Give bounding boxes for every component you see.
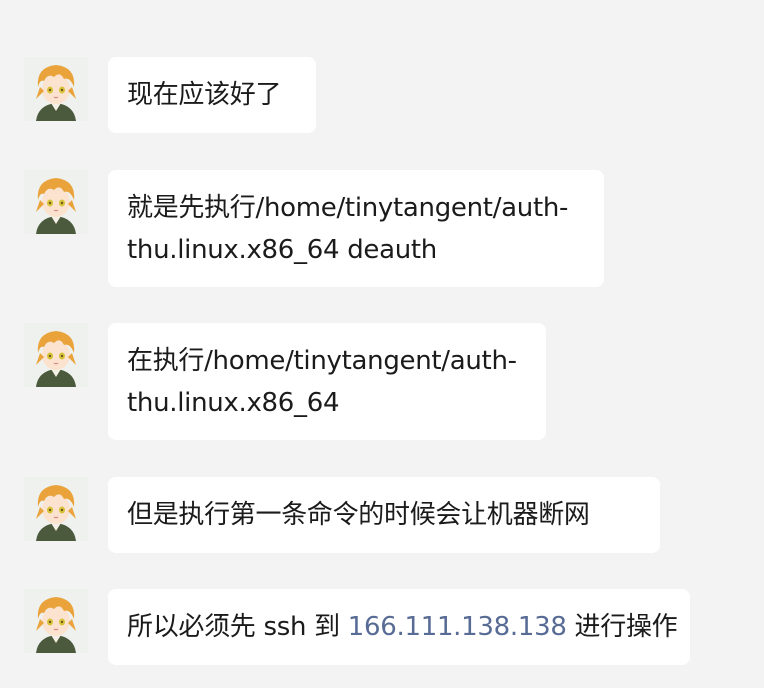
anime-avatar-icon[interactable] [24, 57, 88, 121]
anime-avatar-icon[interactable] [24, 477, 88, 541]
message-text-before-link: 所以必须先 ssh 到 [127, 612, 348, 642]
anime-avatar-icon[interactable] [24, 589, 88, 653]
message-text-line: thu.linux.x86_64 deauth [127, 235, 437, 265]
message-text-line: 在执行/home/tinytangent/auth- [127, 346, 517, 376]
ip-address-link[interactable]: 166.111.138.138 [348, 612, 567, 642]
message-text-line: 就是先执行/home/tinytangent/auth- [127, 193, 569, 223]
message-bubble[interactable]: 现在应该好了 [108, 57, 316, 133]
message-bubble[interactable]: 就是先执行/home/tinytangent/auth- thu.linux.x… [108, 170, 604, 287]
message-text-after-link: 进行操作 [566, 612, 678, 642]
anime-avatar-icon[interactable] [24, 323, 88, 387]
message-text: 所以必须先 ssh 到 166.111.138.138 进行操作 [127, 606, 678, 648]
message-text-line: thu.linux.x86_64 [127, 388, 340, 418]
anime-avatar-icon[interactable] [24, 170, 88, 234]
message-text: 现在应该好了 [127, 80, 282, 110]
chat-message-list: 现在应该好了 就是先执行/home/tinytangent/auth- thu.… [0, 0, 764, 688]
message-text: 但是执行第一条命令的时候会让机器断网 [127, 500, 590, 530]
message-bubble[interactable]: 在执行/home/tinytangent/auth- thu.linux.x86… [108, 323, 546, 440]
message-bubble[interactable]: 所以必须先 ssh 到 166.111.138.138 进行操作 [108, 589, 690, 665]
message-bubble[interactable]: 但是执行第一条命令的时候会让机器断网 [108, 477, 660, 553]
